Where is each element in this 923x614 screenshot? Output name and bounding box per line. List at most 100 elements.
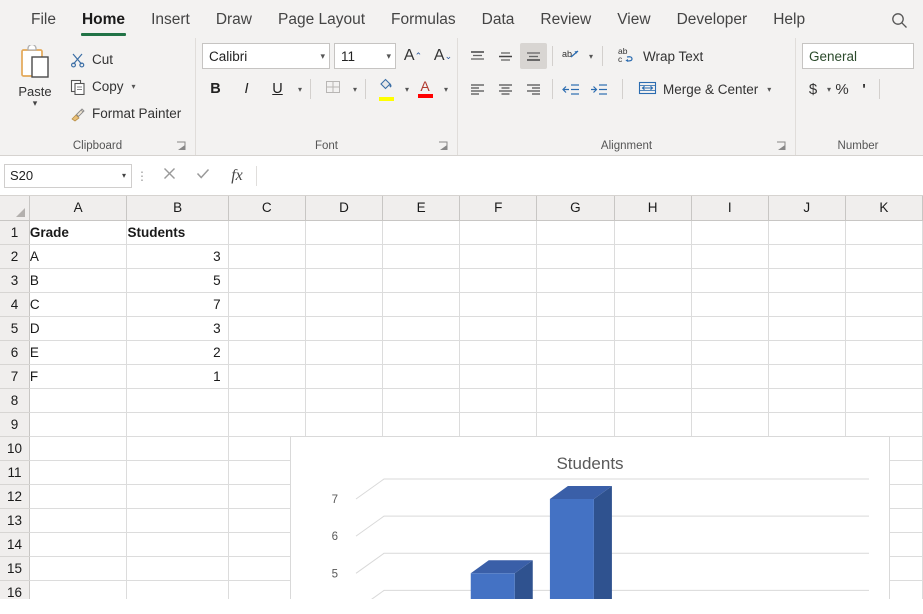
chevron-down-icon[interactable]: ▾	[353, 85, 357, 94]
cell-D2[interactable]	[305, 244, 384, 269]
font-dialog-launcher-icon[interactable]	[438, 141, 449, 152]
chevron-down-icon[interactable]: ▾	[33, 99, 38, 108]
column-header-d[interactable]: D	[305, 196, 384, 221]
row-header-3[interactable]: 3	[0, 268, 30, 293]
merge-center-button[interactable]: Merge & Center ▾	[632, 76, 777, 102]
cell-F2[interactable]	[459, 244, 538, 269]
cell-I7[interactable]	[691, 364, 769, 389]
name-box[interactable]: S20 ▾	[4, 163, 132, 188]
tab-help[interactable]: Help	[760, 11, 818, 38]
cell-K2[interactable]	[845, 244, 923, 269]
row-header-6[interactable]: 6	[0, 340, 30, 365]
decrease-indent-button[interactable]	[558, 76, 585, 102]
row-header-15[interactable]: 15	[0, 556, 30, 581]
column-header-b[interactable]: B	[126, 196, 229, 221]
row-header-16[interactable]: 16	[0, 580, 30, 599]
chart-bars[interactable]	[392, 486, 850, 599]
cell-H7[interactable]	[614, 364, 692, 389]
tab-view[interactable]: View	[604, 11, 663, 38]
select-all-corner[interactable]	[0, 196, 30, 221]
cell-J6[interactable]	[768, 340, 846, 365]
cell-G5[interactable]	[536, 316, 615, 341]
cell-B15[interactable]	[126, 556, 229, 581]
cell-J8[interactable]	[768, 388, 846, 413]
formula-bar-handle[interactable]: ⋮	[132, 170, 152, 182]
cell-D9[interactable]	[305, 412, 384, 437]
cell-A9[interactable]	[29, 412, 128, 437]
column-header-e[interactable]: E	[382, 196, 461, 221]
cell-F8[interactable]	[459, 388, 538, 413]
cell-E6[interactable]	[382, 340, 461, 365]
cell-D4[interactable]	[305, 292, 384, 317]
chevron-down-icon[interactable]: ▾	[298, 85, 302, 94]
clipboard-dialog-launcher-icon[interactable]	[176, 141, 187, 152]
cell-G1[interactable]	[536, 220, 615, 245]
chevron-down-icon[interactable]: ▾	[380, 51, 391, 62]
cell-A14[interactable]	[29, 532, 128, 557]
row-header-5[interactable]: 5	[0, 316, 30, 341]
cell-C2[interactable]	[228, 244, 306, 269]
font-color-button[interactable]: A	[413, 76, 437, 102]
cell-A6[interactable]: E	[29, 340, 128, 365]
cell-J4[interactable]	[768, 292, 846, 317]
cell-E4[interactable]	[382, 292, 461, 317]
align-middle-button[interactable]	[492, 43, 519, 69]
cell-B11[interactable]	[126, 460, 229, 485]
cell-A1[interactable]: Grade	[29, 220, 128, 245]
row-header-7[interactable]: 7	[0, 364, 30, 389]
chart-bar[interactable]	[549, 486, 612, 599]
align-bottom-button[interactable]	[520, 43, 547, 69]
copy-button[interactable]: Copy ▾	[64, 74, 185, 99]
chevron-down-icon[interactable]: ▾	[589, 52, 593, 61]
tab-home[interactable]: Home	[69, 11, 138, 38]
cell-G2[interactable]	[536, 244, 615, 269]
cell-I3[interactable]	[691, 268, 769, 293]
cell-B8[interactable]	[126, 388, 229, 413]
cell-A4[interactable]: C	[29, 292, 128, 317]
tab-draw[interactable]: Draw	[203, 11, 265, 38]
cell-B9[interactable]	[126, 412, 229, 437]
italic-button[interactable]: I	[233, 76, 260, 102]
chevron-down-icon[interactable]: ▾	[122, 171, 126, 180]
cell-J2[interactable]	[768, 244, 846, 269]
tab-review[interactable]: Review	[527, 11, 604, 38]
increase-font-size-button[interactable]: A ⌃	[400, 43, 426, 69]
cell-B1[interactable]: Students	[126, 220, 229, 245]
cell-C3[interactable]	[228, 268, 306, 293]
row-header-10[interactable]: 10	[0, 436, 30, 461]
cell-B6[interactable]: 2	[126, 340, 229, 365]
cell-B5[interactable]: 3	[126, 316, 229, 341]
cell-E2[interactable]	[382, 244, 461, 269]
cell-J7[interactable]	[768, 364, 846, 389]
cell-C8[interactable]	[228, 388, 306, 413]
cell-G7[interactable]	[536, 364, 615, 389]
row-header-2[interactable]: 2	[0, 244, 30, 269]
align-top-button[interactable]	[464, 43, 491, 69]
cell-H3[interactable]	[614, 268, 692, 293]
cell-D8[interactable]	[305, 388, 384, 413]
row-header-1[interactable]: 1	[0, 220, 30, 245]
cell-A12[interactable]	[29, 484, 128, 509]
cell-B7[interactable]: 1	[126, 364, 229, 389]
cell-B16[interactable]	[126, 580, 229, 599]
fill-color-button[interactable]	[374, 76, 398, 102]
chevron-down-icon[interactable]: ▾	[132, 82, 136, 91]
cell-B2[interactable]: 3	[126, 244, 229, 269]
cancel-entry-button[interactable]	[152, 163, 186, 189]
row-header-12[interactable]: 12	[0, 484, 30, 509]
chart-bar[interactable]	[470, 560, 533, 599]
column-header-g[interactable]: G	[536, 196, 615, 221]
cell-J3[interactable]	[768, 268, 846, 293]
column-header-f[interactable]: F	[459, 196, 538, 221]
cell-E5[interactable]	[382, 316, 461, 341]
cell-A13[interactable]	[29, 508, 128, 533]
spreadsheet-grid[interactable]: A B C D E F G H I J K 1 Grade Students 2 A 3 3…	[0, 196, 923, 599]
cell-K4[interactable]	[845, 292, 923, 317]
cell-E7[interactable]	[382, 364, 461, 389]
chevron-down-icon[interactable]: ▾	[314, 51, 325, 62]
cell-A11[interactable]	[29, 460, 128, 485]
font-size-combo[interactable]: 11 ▾	[334, 43, 396, 69]
cell-D7[interactable]	[305, 364, 384, 389]
paste-button[interactable]: Paste ▾	[6, 43, 64, 108]
cell-I1[interactable]	[691, 220, 769, 245]
